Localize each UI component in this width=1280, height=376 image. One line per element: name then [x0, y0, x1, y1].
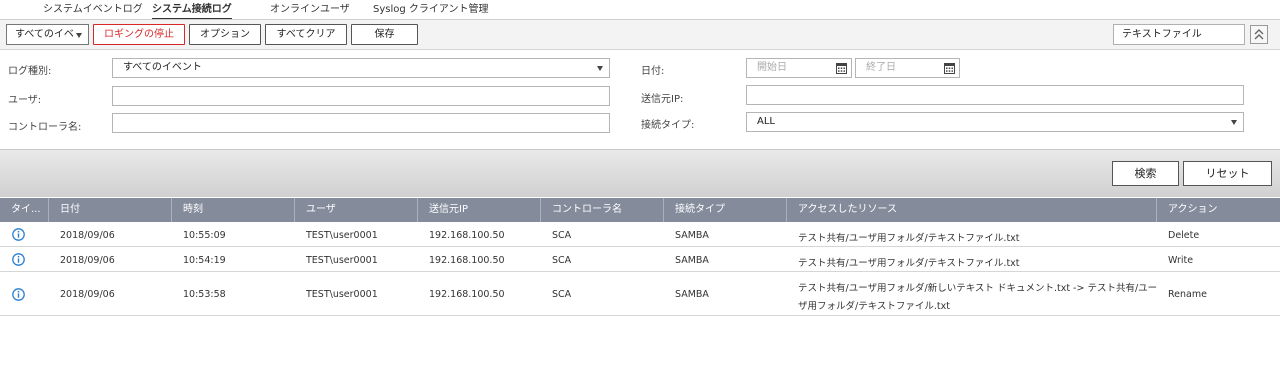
filter-panel: ログ種別: すべてのイベント ユーザ: コントローラ名: 日付: 開始日 終了日…	[0, 51, 1280, 149]
cell-resource-line-1: テスト共有/ユーザ用フォルダ/新しいテキスト ドキュメント.txt -> テスト…	[798, 283, 1158, 294]
reset-button[interactable]: リセット	[1183, 161, 1272, 186]
collapse-icon[interactable]	[1250, 25, 1268, 44]
tab-online-users[interactable]: オンラインユーザ	[270, 3, 350, 20]
calendar-icon[interactable]	[944, 62, 955, 74]
start-date-placeholder: 開始日	[757, 62, 787, 73]
info-icon	[12, 253, 25, 266]
source-ip-label: 送信元IP:	[641, 94, 684, 105]
toolbar: すべてのイベ ロギングの停止 オプション すべてクリア 保存 テキストファイル	[0, 20, 1280, 50]
column-header-action[interactable]: アクション	[1157, 198, 1280, 222]
column-header-time[interactable]: 時刻	[172, 198, 295, 222]
source-ip-input[interactable]	[746, 85, 1244, 105]
chevron-down-icon	[597, 66, 603, 71]
controller-name-label: コントローラ名:	[8, 122, 82, 133]
tab-bar: システムイベントログ システム接続ログ オンラインユーザ Syslog クライア…	[0, 0, 1280, 20]
cell-resource-line-2: ザ用フォルダ/テキストファイル.txt	[798, 301, 951, 312]
connection-type-select[interactable]: ALL	[746, 112, 1244, 132]
cell-source-ip: 192.168.100.50	[429, 289, 505, 300]
cell-controller-name: SCA	[552, 230, 572, 241]
table-row[interactable]: 2018/09/06 10:54:19 TEST\user0001 192.16…	[0, 247, 1280, 272]
options-button[interactable]: オプション	[189, 24, 261, 45]
search-bar: 検索 リセット	[0, 149, 1280, 197]
export-format-label: テキストファイル	[1122, 29, 1202, 40]
column-header-type[interactable]: タイ...	[0, 198, 49, 222]
chevron-down-icon	[1231, 120, 1237, 125]
calendar-icon[interactable]	[836, 62, 847, 74]
log-type-select[interactable]: すべてのイベント	[112, 58, 610, 78]
end-date-input[interactable]: 終了日	[855, 58, 960, 78]
table-row[interactable]: 2018/09/06 10:53:58 TEST\user0001 192.16…	[0, 272, 1280, 316]
chevron-down-icon	[76, 33, 82, 38]
cell-connection-type: SAMBA	[675, 289, 709, 300]
cell-time: 10:55:09	[183, 230, 226, 241]
tab-system-event-log[interactable]: システムイベントログ	[43, 3, 143, 20]
cell-action: Write	[1168, 255, 1194, 266]
cell-connection-type: SAMBA	[675, 255, 709, 266]
log-type-value: すべてのイベント	[123, 62, 202, 73]
cell-user: TEST\user0001	[306, 230, 378, 241]
cell-date: 2018/09/06	[60, 230, 115, 241]
clear-all-button[interactable]: すべてクリア	[265, 24, 347, 45]
cell-action: Delete	[1168, 230, 1200, 241]
connection-type-label: 接続タイプ:	[641, 120, 695, 131]
user-label: ユーザ:	[8, 95, 42, 106]
export-format-field[interactable]: テキストファイル	[1113, 24, 1245, 45]
cell-connection-type: SAMBA	[675, 230, 709, 241]
cell-resource: テスト共有/ユーザ用フォルダ/テキストファイル.txt	[798, 258, 1020, 269]
event-filter-label: すべてのイベ	[15, 29, 74, 40]
cell-time: 10:53:58	[183, 289, 226, 300]
save-button[interactable]: 保存	[351, 24, 418, 45]
cell-resource: テスト共有/ユーザ用フォルダ/テキストファイル.txt	[798, 233, 1020, 244]
column-header-connection-type[interactable]: 接続タイプ	[664, 198, 787, 222]
column-header-date[interactable]: 日付	[49, 198, 172, 222]
cell-controller-name: SCA	[552, 289, 572, 300]
event-filter-dropdown[interactable]: すべてのイベ	[6, 24, 89, 45]
start-date-input[interactable]: 開始日	[746, 58, 852, 78]
cell-date: 2018/09/06	[60, 255, 115, 266]
controller-name-input[interactable]	[112, 113, 610, 133]
cell-user: TEST\user0001	[306, 289, 378, 300]
column-header-source-ip[interactable]: 送信元IP	[418, 198, 541, 222]
tab-system-connection-log[interactable]: システム接続ログ	[152, 3, 232, 20]
cell-date: 2018/09/06	[60, 289, 115, 300]
search-button[interactable]: 検索	[1112, 161, 1179, 186]
user-input[interactable]	[112, 86, 610, 106]
cell-controller-name: SCA	[552, 255, 572, 266]
table-header: タイ... 日付 時刻 ユーザ 送信元IP コントローラ名 接続タイプ アクセス…	[0, 198, 1280, 222]
connection-type-value: ALL	[757, 116, 775, 127]
cell-source-ip: 192.168.100.50	[429, 230, 505, 241]
column-header-accessed-resource[interactable]: アクセスしたリソース	[787, 198, 1157, 222]
log-type-label: ログ種別:	[8, 66, 52, 77]
stop-logging-button[interactable]: ロギングの停止	[93, 24, 185, 45]
table-row[interactable]: 2018/09/06 10:55:09 TEST\user0001 192.16…	[0, 222, 1280, 247]
cell-user: TEST\user0001	[306, 255, 378, 266]
cell-time: 10:54:19	[183, 255, 226, 266]
column-header-user[interactable]: ユーザ	[295, 198, 418, 222]
cell-action: Rename	[1168, 289, 1207, 300]
cell-source-ip: 192.168.100.50	[429, 255, 505, 266]
date-label: 日付:	[641, 66, 665, 77]
column-header-controller-name[interactable]: コントローラ名	[541, 198, 664, 222]
tab-syslog-client-management[interactable]: Syslog クライアント管理	[373, 3, 489, 20]
end-date-placeholder: 終了日	[866, 62, 896, 73]
info-icon	[12, 288, 25, 301]
info-icon	[12, 228, 25, 241]
